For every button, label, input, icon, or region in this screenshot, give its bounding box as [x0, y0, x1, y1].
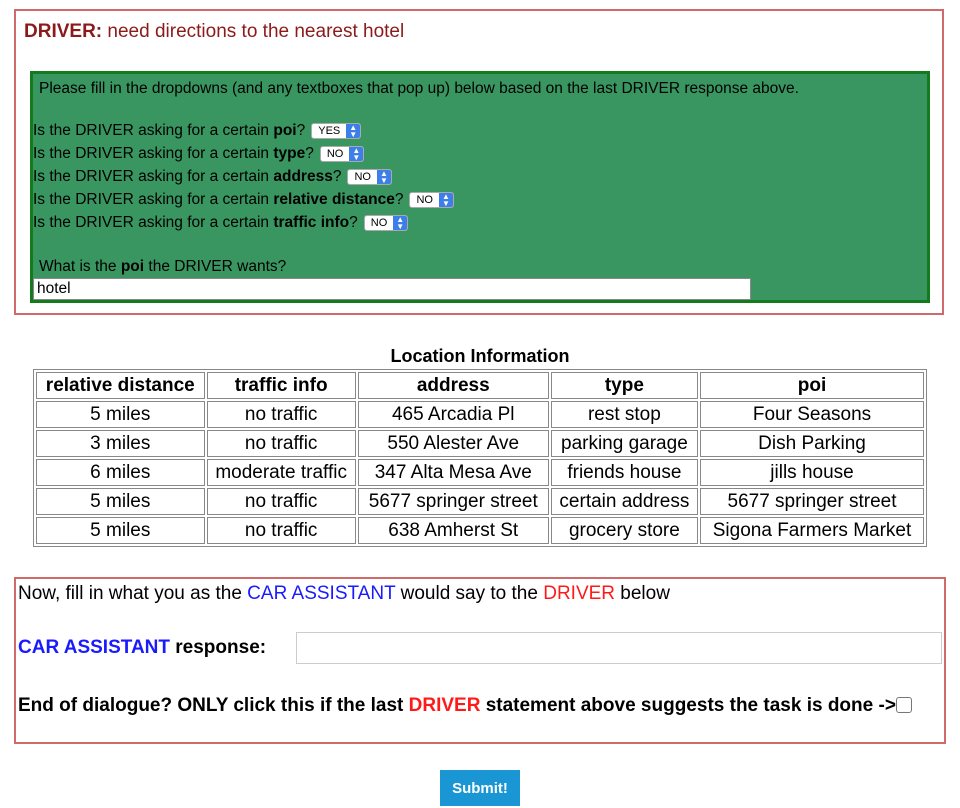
table-cell: Four Seasons — [700, 401, 924, 428]
end-driver-role: DRIVER — [408, 695, 481, 716]
table-cell: friends house — [550, 459, 699, 486]
question-row: Is the DRIVER asking for a certain type?… — [33, 143, 365, 165]
fill-assistant-role: CAR ASSISTANT — [247, 583, 396, 604]
slot-form-panel: Please fill in the dropdowns (and any te… — [30, 71, 930, 303]
question-row: Is the DRIVER asking for a certain addre… — [33, 166, 392, 188]
select-arrows-icon: ▲ ▼ — [346, 124, 361, 138]
question-field: address — [273, 168, 333, 185]
poi-question-field: poi — [120, 258, 145, 275]
question-select[interactable]: NO ▲ ▼ — [363, 215, 409, 231]
table-cell: 5 miles — [36, 517, 205, 544]
table-cell: no traffic — [206, 430, 356, 457]
table-cell: 3 miles — [36, 430, 205, 457]
table-row: 5 miles no traffic 5677 springer street cer… — [36, 488, 924, 515]
question-select[interactable]: YES ▲ ▼ — [311, 123, 362, 139]
select-arrows-icon: ▲ ▼ — [393, 216, 408, 230]
table-cell: 5677 springer street — [357, 488, 549, 515]
fill-driver-role: DRIVER — [543, 583, 616, 604]
select-arrows-icon: ▲ ▼ — [376, 170, 391, 184]
table-header-cell: address — [357, 372, 549, 399]
table-row: 6 miles moderate traffic 347 Alta Mesa Ave… — [36, 459, 924, 486]
table-header-row: relative distance traffic info address type… — [36, 372, 924, 399]
response-label-text: response: — [175, 637, 267, 658]
select-value: NO — [416, 194, 433, 206]
driver-statement-box: DRIVER: need directions to the nearest h… — [14, 9, 944, 315]
select-value: NO — [370, 217, 388, 229]
table-cell: moderate traffic — [206, 459, 356, 486]
response-label: CAR ASSISTANT response: — [18, 637, 266, 659]
question-row: Is the DRIVER asking for a certain relat… — [33, 189, 454, 211]
question-field: type — [273, 145, 306, 162]
response-input[interactable] — [296, 632, 942, 664]
select-arrows-icon: ▲ ▼ — [349, 147, 364, 161]
driver-statement: DRIVER: need directions to the nearest h… — [24, 21, 404, 43]
question-row: Is the DRIVER asking for a certain traff… — [33, 212, 409, 234]
table-cell: no traffic — [206, 517, 356, 544]
question-prefix: Is the DRIVER asking for a certain — [33, 122, 270, 139]
select-value: YES — [318, 125, 341, 137]
submit-button[interactable]: Submit! — [440, 770, 520, 806]
fill-pre: Now, fill in what you as the — [18, 583, 242, 604]
table-header-cell: relative distance — [36, 372, 205, 399]
select-value: NO — [326, 148, 344, 160]
assistant-response-box: Now, fill in what you as the CAR ASSISTA… — [14, 577, 946, 744]
table-cell: 6 miles — [36, 459, 205, 486]
table-cell: 5 miles — [36, 401, 205, 428]
table-cell: Dish Parking — [700, 430, 924, 457]
select-value: NO — [354, 171, 371, 183]
question-field: relative distance — [273, 191, 395, 208]
driver-message: need directions to the nearest hotel — [107, 21, 405, 42]
table-cell: 5677 springer street — [700, 488, 924, 515]
poi-input[interactable] — [33, 278, 751, 300]
question-prefix: Is the DRIVER asking for a certain — [33, 145, 270, 162]
table-cell: no traffic — [206, 401, 356, 428]
driver-prefix: DRIVER: — [24, 21, 103, 42]
end-of-dialogue-label: End of dialogue? ONLY click this if the … — [18, 693, 928, 719]
table-title: Location Information — [390, 346, 570, 366]
table-cell: rest stop — [550, 401, 699, 428]
table-cell: grocery store — [550, 517, 699, 544]
poi-question-post: the DRIVER wants? — [148, 258, 287, 275]
form-instructions: Please fill in the dropdowns (and any te… — [39, 80, 799, 97]
question-select[interactable]: NO ▲ ▼ — [319, 146, 365, 162]
table-header-cell: traffic info — [206, 372, 356, 399]
select-arrows-icon: ▲ ▼ — [438, 193, 453, 207]
table-cell: parking garage — [550, 430, 699, 457]
question-select[interactable]: NO ▲ ▼ — [409, 192, 454, 208]
location-table: relative distance traffic info address type… — [33, 369, 927, 547]
table-row: 3 miles no traffic 550 Alester Ave parking … — [36, 430, 924, 457]
table-cell: 638 Amherst St — [357, 517, 549, 544]
table-header-cell: type — [550, 372, 699, 399]
response-label-role: CAR ASSISTANT — [18, 637, 170, 658]
end-pre: End of dialogue? ONLY click this if the … — [18, 695, 404, 716]
fill-instruction: Now, fill in what you as the CAR ASSISTA… — [18, 583, 670, 605]
question-field: poi — [273, 122, 297, 139]
question-prefix: Is the DRIVER asking for a certain — [33, 168, 270, 185]
table-cell: 347 Alta Mesa Ave — [357, 459, 549, 486]
end-of-dialogue-checkbox[interactable] — [895, 697, 912, 713]
question-field: traffic info — [273, 214, 350, 231]
table-cell: Sigona Farmers Market — [700, 517, 924, 544]
table-cell: 5 miles — [36, 488, 205, 515]
question-prefix: Is the DRIVER asking for a certain — [33, 214, 270, 231]
table-cell: no traffic — [206, 488, 356, 515]
fill-post: below — [620, 583, 670, 604]
table-cell: 550 Alester Ave — [357, 430, 549, 457]
table-header-cell: poi — [700, 372, 924, 399]
poi-question-pre: What is the — [39, 258, 117, 275]
table-cell: certain address — [550, 488, 699, 515]
table-row: 5 miles no traffic 465 Arcadia Pl rest stop… — [36, 401, 924, 428]
table-row: 5 miles no traffic 638 Amherst St grocery s… — [36, 517, 924, 544]
question-select[interactable]: NO ▲ ▼ — [347, 169, 392, 185]
table-cell: jills house — [700, 459, 924, 486]
fill-mid: would say to the — [400, 583, 538, 604]
question-prefix: Is the DRIVER asking for a certain — [33, 191, 270, 208]
poi-question-label: What is the poi the DRIVER wants? — [39, 258, 286, 276]
end-post: statement above suggests the task is don… — [485, 695, 896, 716]
question-row: Is the DRIVER asking for a certain poi? Y… — [33, 120, 362, 142]
table-cell: 465 Arcadia Pl — [357, 401, 549, 428]
